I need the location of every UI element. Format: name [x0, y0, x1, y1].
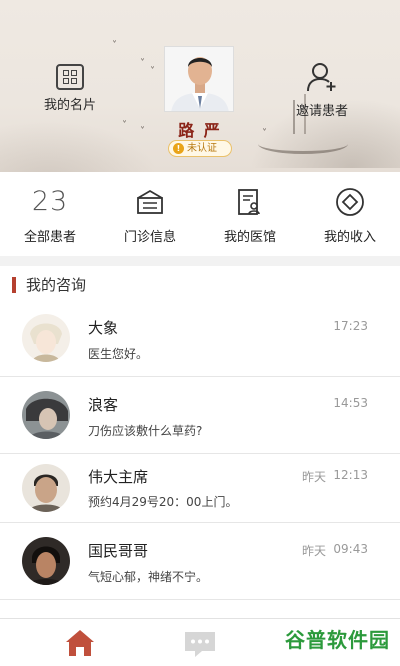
- my-card-label: 我的名片: [43, 98, 96, 113]
- my-income-button[interactable]: 我的收入: [300, 172, 400, 256]
- stat-label: 我的收入: [323, 230, 376, 245]
- invite-patient-button[interactable]: 邀请患者: [277, 62, 367, 119]
- last-message: 刀伤应该敷什么草药?: [88, 424, 203, 438]
- avatar: [22, 537, 70, 585]
- mountain-decoration: [0, 120, 160, 172]
- all-patients-button[interactable]: 23 全部患者: [0, 172, 100, 256]
- stat-label: 门诊信息: [123, 230, 176, 245]
- bird-decoration: ˅: [140, 58, 145, 69]
- my-hospital-button[interactable]: 我的医馆: [200, 172, 300, 256]
- bird-decoration: ˅: [150, 66, 155, 77]
- list-item[interactable]: 国民哥哥 气短心郁，神绪不宁。 昨天 09:43: [0, 523, 400, 600]
- contact-name: 国民哥哥: [88, 542, 149, 560]
- list-item[interactable]: 大象 医生您好。 17:23: [0, 300, 400, 377]
- message-time: 12:13: [333, 468, 368, 482]
- list-item[interactable]: 伟大主席 预约4月29号20：00上门。 昨天 12:13: [0, 454, 400, 523]
- badge-label: 未认证: [187, 143, 217, 154]
- clinic-icon: [137, 189, 163, 214]
- bird-decoration: ˅: [140, 126, 145, 137]
- doctor-avatar[interactable]: [164, 46, 234, 112]
- verification-badge[interactable]: ! 未认证: [168, 140, 232, 157]
- chat-icon: [185, 632, 215, 657]
- section-title: 我的咨询: [0, 274, 400, 296]
- divider: [0, 256, 400, 266]
- list-item[interactable]: 浪客 刀伤应该敷什么草药? 14:53: [0, 377, 400, 454]
- message-day: 昨天: [301, 544, 326, 558]
- message-day: 昨天: [301, 470, 326, 484]
- invite-label: 邀请患者: [295, 104, 348, 119]
- patient-count: 23: [31, 186, 69, 217]
- avatar: [22, 391, 70, 439]
- contact-name: 浪客: [88, 396, 119, 414]
- tab-home[interactable]: [60, 625, 100, 661]
- doctor-name: 路 严: [178, 121, 222, 140]
- bird-decoration: ˅: [122, 120, 127, 131]
- bird-decoration: ˅: [262, 128, 267, 139]
- my-card-button[interactable]: 我的名片: [25, 64, 115, 113]
- consultation-list: 大象 医生您好。 17:23 浪客 刀伤应该敷什么草药? 14:53 伟大主席: [0, 300, 400, 600]
- income-icon: [336, 188, 364, 216]
- warning-icon: !: [173, 143, 184, 154]
- stats-row: 23 全部患者 门诊信息 我的医馆 我的收入: [0, 172, 400, 256]
- contact-name: 大象: [88, 319, 119, 337]
- add-user-icon: [307, 63, 336, 92]
- last-message: 医生您好。: [88, 347, 149, 361]
- stat-label: 全部患者: [23, 230, 76, 245]
- last-message: 预约4月29号20：00上门。: [88, 495, 238, 509]
- qr-card-icon: [56, 64, 84, 90]
- hospital-doc-icon: [238, 189, 260, 215]
- avatar: [22, 314, 70, 362]
- message-time: 17:23: [333, 319, 368, 333]
- last-message: 气短心郁，神绪不宁。: [88, 570, 209, 584]
- clinic-info-button[interactable]: 门诊信息: [100, 172, 200, 256]
- message-time: 09:43: [333, 542, 368, 556]
- contact-name: 伟大主席: [88, 468, 149, 486]
- message-time: 14:53: [333, 396, 368, 410]
- bird-decoration: ˅: [112, 40, 117, 51]
- home-icon: [66, 630, 94, 656]
- watermark-logo: 谷普软件园: [285, 628, 390, 652]
- pavilion-decoration: [258, 94, 348, 154]
- tab-messages[interactable]: [180, 625, 220, 661]
- avatar: [22, 464, 70, 512]
- stat-label: 我的医馆: [223, 230, 276, 245]
- profile-header: ˅ ˅ ˅ ˅ ˅ ˅ 我的名片 路 严 ! 未认证 邀请患者: [0, 0, 400, 172]
